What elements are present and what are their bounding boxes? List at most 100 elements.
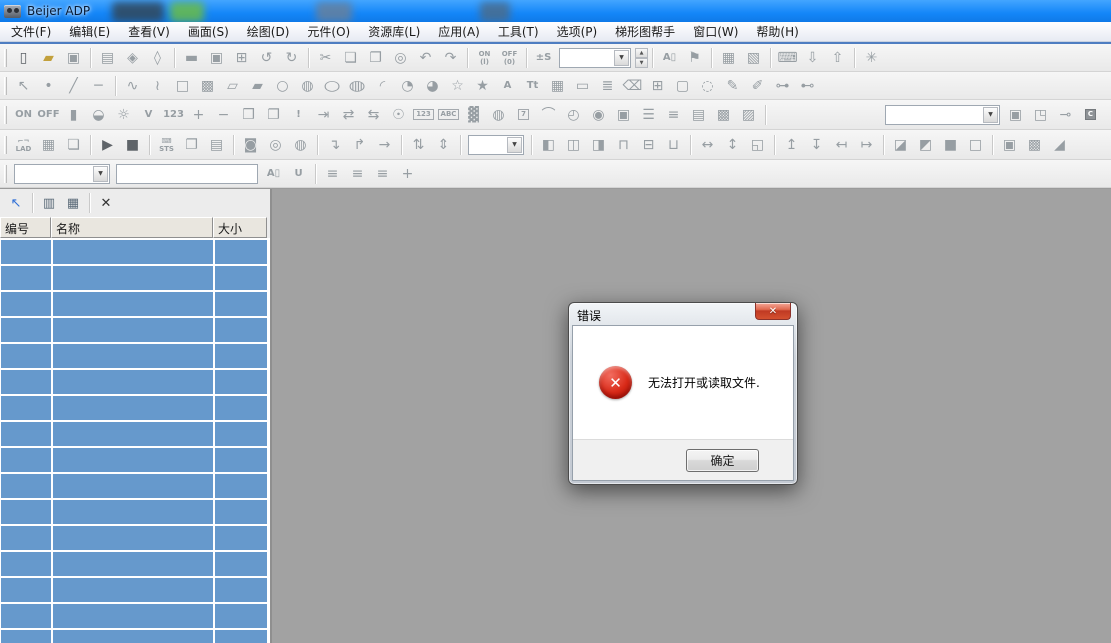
align-left-icon[interactable]: ◧ (536, 134, 561, 156)
stacked-list-icon[interactable]: ≡ (661, 104, 686, 126)
filled-circle-icon[interactable]: ◍ (295, 75, 320, 97)
multi-screen-icon[interactable]: ⊞ (229, 47, 254, 69)
state-off-icon[interactable]: OFF(0) (497, 47, 522, 69)
meter-icon[interactable]: ⌒ (536, 104, 561, 126)
ok-button[interactable]: 确定 (686, 449, 759, 472)
bit-on-icon[interactable]: ON (11, 104, 36, 126)
table-row[interactable] (1, 240, 266, 264)
circle-icon[interactable]: ○ (270, 75, 295, 97)
move-top-icon[interactable]: ↥ (779, 134, 804, 156)
bit-off-icon[interactable]: OFF (36, 104, 61, 126)
download-app-icon[interactable]: ⇩ (800, 47, 825, 69)
save-library-icon[interactable]: ▣ (1003, 104, 1028, 126)
dropdown-arrow-icon[interactable]: ▼ (93, 166, 108, 182)
find-icon[interactable]: ◎ (388, 47, 413, 69)
dot-frame-icon[interactable]: ▢ (670, 75, 695, 97)
image-edit-icon[interactable]: ▤ (204, 134, 229, 156)
align-anchor-icon[interactable]: + (395, 163, 420, 185)
grid-view-icon[interactable]: ▦ (61, 193, 85, 214)
text-select-icon[interactable]: A▯ (657, 47, 682, 69)
column-header-2[interactable]: 大小 (213, 217, 267, 238)
bring-to-front-icon[interactable]: ■ (938, 134, 963, 156)
frame-icon[interactable]: ▭ (570, 75, 595, 97)
status-sts-icon[interactable]: ⌨STS (154, 134, 179, 156)
dialog-close-button[interactable]: ✕ (755, 303, 791, 320)
close-screen-button-icon[interactable]: ❐ (261, 104, 286, 126)
redo-icon[interactable]: ↷ (438, 47, 463, 69)
io-branch-icon[interactable]: ⇕ (431, 134, 456, 156)
export-library-icon[interactable]: ◳ (1028, 104, 1053, 126)
menu-application[interactable]: 应用(A) (429, 21, 489, 42)
dash-frame-icon[interactable]: ◌ (695, 75, 720, 97)
table-row[interactable] (1, 344, 266, 368)
filled-parallelogram-icon[interactable]: ▰ (245, 75, 270, 97)
library-select-combo[interactable]: ▼ (885, 105, 1000, 125)
run-simulation-icon[interactable]: ▶ (95, 134, 120, 156)
text-entry-input[interactable] (116, 164, 258, 184)
text-align-left-icon[interactable]: ≡ (320, 163, 345, 185)
keypad-download-icon[interactable]: ⌨ (775, 47, 800, 69)
save-icon[interactable]: ▣ (61, 47, 86, 69)
point-icon[interactable]: • (36, 75, 61, 97)
prev-screen-icon[interactable]: ↺ (254, 47, 279, 69)
snap-grid-icon[interactable]: ▧ (741, 47, 766, 69)
align-right-icon[interactable]: ◨ (586, 134, 611, 156)
static-text-icon[interactable]: A (495, 75, 520, 97)
route-right-icon[interactable]: → (372, 134, 397, 156)
underline-icon[interactable]: U (286, 163, 311, 185)
menu-draw[interactable]: 绘图(D) (238, 21, 299, 42)
io-updown-icon[interactable]: ⇅ (406, 134, 431, 156)
increment-icon[interactable]: + (186, 104, 211, 126)
menu-tools[interactable]: 工具(T) (489, 21, 548, 42)
table-row[interactable] (1, 526, 266, 550)
ellipse-icon[interactable]: ○ (320, 75, 345, 97)
table-row[interactable] (1, 318, 266, 342)
numeric-entry-icon[interactable]: 123 (161, 104, 186, 126)
unlock-icon[interactable]: ◎ (263, 134, 288, 156)
detail-view-icon[interactable]: ▥ (37, 193, 61, 214)
table-row[interactable] (1, 292, 266, 316)
upload-app-icon[interactable]: ⇧ (825, 47, 850, 69)
toolbar-grip[interactable] (4, 77, 7, 95)
table-icon[interactable]: ⊞ (645, 75, 670, 97)
indicator-bulb-icon[interactable]: ☉ (386, 104, 411, 126)
toolbar-grip[interactable] (4, 165, 7, 183)
line-icon[interactable]: ╱ (61, 75, 86, 97)
cycle-icon[interactable]: C (1078, 104, 1103, 126)
dropdown-arrow-icon[interactable]: ▼ (507, 137, 522, 153)
connect-object-icon[interactable]: ⊸ (1053, 104, 1078, 126)
brush-edit-icon[interactable]: ✐ (745, 75, 770, 97)
grid-icon[interactable]: ▦ (716, 47, 741, 69)
arc-icon[interactable]: ◜ (370, 75, 395, 97)
round-meter-icon[interactable]: ◉ (586, 104, 611, 126)
alarm-tag-icon[interactable]: ◊ (145, 47, 170, 69)
date-display-icon[interactable]: 7 (511, 104, 536, 126)
toolbar-grip[interactable] (4, 106, 7, 124)
table-row[interactable] (1, 552, 266, 576)
text-align-right-icon[interactable]: ≡ (370, 163, 395, 185)
zoom-select-combo[interactable]: ▼ (468, 135, 524, 155)
font-select-combo[interactable]: ▼ (14, 164, 110, 184)
table-row[interactable] (1, 422, 266, 446)
menu-help[interactable]: 帮助(H) (747, 21, 807, 42)
project-structure-icon[interactable]: ✳ (859, 47, 884, 69)
goto-screen-icon[interactable]: ⇥ (311, 104, 336, 126)
scale-icon[interactable]: ≣ (595, 75, 620, 97)
list-select-icon[interactable]: ☰ (636, 104, 661, 126)
send-to-back-icon[interactable]: □ (963, 134, 988, 156)
lock-icon[interactable]: ◙ (238, 134, 263, 156)
same-width-icon[interactable]: ↔ (695, 134, 720, 156)
make-shape-icon[interactable]: ▣ (997, 134, 1022, 156)
table-row[interactable] (1, 266, 266, 290)
align-top-icon[interactable]: ⊓ (611, 134, 636, 156)
link-node-icon[interactable]: ⊶ (770, 75, 795, 97)
move-bottom-icon[interactable]: ↧ (804, 134, 829, 156)
eraser-icon[interactable]: ⌫ (620, 75, 645, 97)
transform-icon[interactable]: ⚑ (682, 47, 707, 69)
rectangle-icon[interactable]: □ (170, 75, 195, 97)
stop-simulation-icon[interactable]: ■ (120, 134, 145, 156)
full-screen-icon[interactable]: ▬ (179, 47, 204, 69)
ladder-monitor-icon[interactable]: ▦ (36, 134, 61, 156)
menu-window[interactable]: 窗口(W) (684, 21, 747, 42)
circle-graph-icon[interactable]: ◍ (486, 104, 511, 126)
